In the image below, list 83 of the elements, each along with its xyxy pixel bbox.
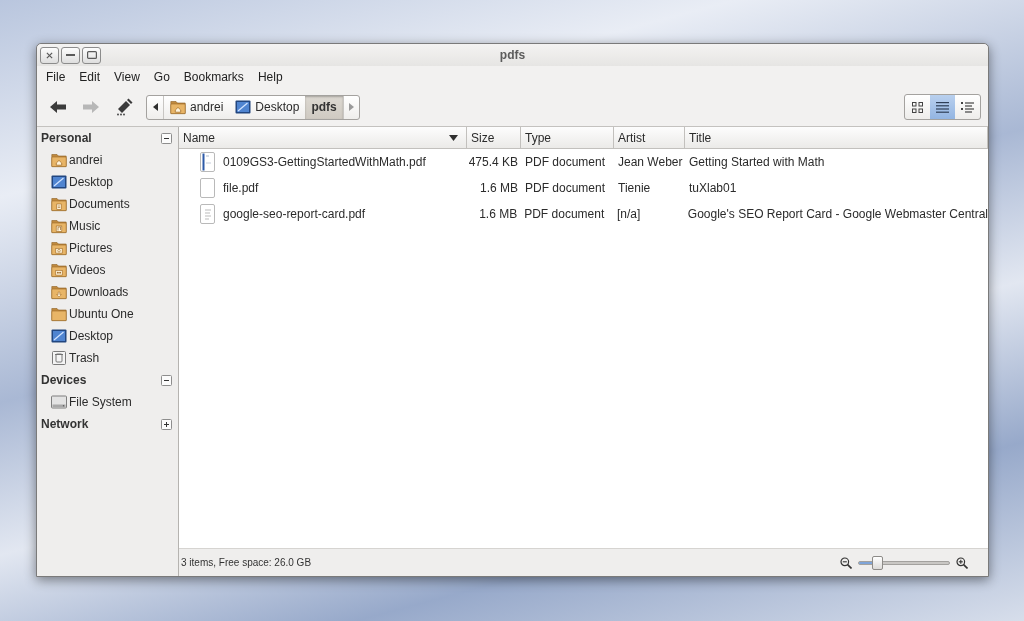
table-cell: PDF document bbox=[524, 207, 605, 221]
home-folder-icon bbox=[51, 152, 67, 168]
table-cell: Getting Started with Math bbox=[689, 155, 825, 169]
close-button[interactable] bbox=[40, 46, 59, 64]
window-title: pdfs bbox=[499, 47, 526, 64]
menu-item[interactable]: File bbox=[42, 68, 70, 86]
menu-item[interactable]: Edit bbox=[75, 68, 105, 86]
back-arrow-icon bbox=[50, 101, 66, 113]
file-name[interactable]: google-seo-report-card.pdf bbox=[223, 205, 366, 223]
compact-list-icon bbox=[961, 101, 974, 113]
table-cell: PDF document bbox=[525, 155, 606, 169]
forward-arrow-icon bbox=[83, 101, 99, 113]
home-folder-icon bbox=[170, 99, 186, 115]
sidebar-item[interactable]: Trash bbox=[41, 347, 172, 369]
music-folder-icon bbox=[51, 218, 67, 234]
table-cell: 475.4 KB bbox=[468, 155, 518, 169]
slider-thumb[interactable] bbox=[872, 555, 883, 570]
column-header[interactable]: Title bbox=[685, 127, 988, 149]
file-name[interactable]: file.pdf bbox=[223, 179, 259, 197]
table-cell: [n/a] bbox=[617, 207, 641, 221]
close-icon bbox=[46, 51, 53, 59]
list-view-icon bbox=[936, 101, 949, 113]
table-cell: Tienie bbox=[618, 181, 651, 195]
menu-item[interactable]: Help bbox=[253, 68, 287, 86]
sidebar-item[interactable]: Music bbox=[41, 215, 172, 237]
table-cell: 1.6 MB bbox=[480, 181, 518, 195]
expand-icon[interactable] bbox=[161, 418, 172, 430]
column-header[interactable]: Type bbox=[521, 127, 614, 149]
sidebar-item[interactable]: Downloads bbox=[41, 281, 172, 303]
pencil-icon bbox=[115, 98, 133, 116]
list-view-button[interactable] bbox=[930, 95, 955, 119]
sidebar-item[interactable]: Documents bbox=[41, 193, 172, 215]
table-cell: tuXlab01 bbox=[689, 181, 737, 195]
desktop-icon bbox=[51, 174, 67, 190]
sidebar-item[interactable]: Ubuntu One bbox=[41, 303, 172, 325]
sidebar-item[interactable]: andrei bbox=[41, 149, 172, 171]
column-header[interactable]: Artist bbox=[614, 127, 685, 149]
path-button[interactable]: andrei bbox=[164, 95, 230, 119]
sidebar-item[interactable]: Videos bbox=[41, 259, 172, 281]
text-page-icon bbox=[200, 204, 215, 224]
zoom-out-icon[interactable] bbox=[840, 556, 852, 569]
downloads-folder-icon bbox=[51, 284, 67, 300]
grid-view-icon bbox=[912, 101, 923, 113]
menu-item[interactable]: Go bbox=[149, 68, 174, 86]
column-header[interactable]: Size bbox=[467, 127, 521, 149]
drive-icon bbox=[51, 394, 67, 410]
maximize-icon bbox=[86, 51, 97, 59]
blank-page-icon bbox=[200, 178, 215, 198]
folder-icon bbox=[51, 306, 67, 322]
status-text: 3 items, Free space: 26.0 GB bbox=[181, 556, 312, 570]
desktop-icon bbox=[235, 99, 252, 115]
menu-item[interactable]: Bookmarks bbox=[179, 68, 248, 86]
sidebar-heading: Network bbox=[41, 416, 89, 433]
maximize-button[interactable] bbox=[82, 46, 101, 64]
column-header[interactable]: Name bbox=[179, 127, 467, 149]
file-name[interactable]: 0109GS3-GettingStartedWithMath.pdf bbox=[223, 153, 426, 171]
videos-folder-icon bbox=[51, 262, 67, 278]
pictures-folder-icon bbox=[51, 240, 67, 256]
path-button[interactable]: Desktop bbox=[229, 95, 306, 119]
table-cell: Google's SEO Report Card - Google Webmaster Central bbox=[687, 207, 988, 221]
caret-right-icon bbox=[348, 103, 354, 111]
sort-descending-icon bbox=[449, 134, 458, 141]
minimize-icon bbox=[66, 54, 75, 56]
table-cell: Jean Weber bbox=[618, 155, 683, 169]
path-button[interactable]: pdfs bbox=[305, 95, 343, 119]
table-cell: PDF document bbox=[525, 181, 606, 195]
zoom-in-icon[interactable] bbox=[956, 556, 968, 569]
caret-left-icon bbox=[152, 103, 158, 111]
minimize-button[interactable] bbox=[61, 46, 80, 64]
collapse-icon[interactable] bbox=[161, 374, 172, 386]
document-thumbnail-icon bbox=[200, 152, 215, 172]
sidebar-item[interactable]: Desktop bbox=[41, 171, 172, 193]
sidebar-item[interactable]: File System bbox=[41, 391, 172, 413]
sidebar-item[interactable]: Desktop bbox=[41, 325, 172, 347]
sidebar-heading: Personal bbox=[41, 130, 92, 147]
menu-item[interactable]: View bbox=[110, 68, 144, 86]
documents-folder-icon bbox=[51, 196, 67, 212]
table-cell: 1.6 MB bbox=[479, 207, 518, 221]
collapse-icon[interactable] bbox=[161, 132, 172, 144]
sidebar-heading: Devices bbox=[41, 372, 87, 389]
trash-icon bbox=[51, 350, 67, 366]
sidebar-item[interactable]: Pictures bbox=[41, 237, 172, 259]
desktop-icon bbox=[51, 328, 67, 344]
